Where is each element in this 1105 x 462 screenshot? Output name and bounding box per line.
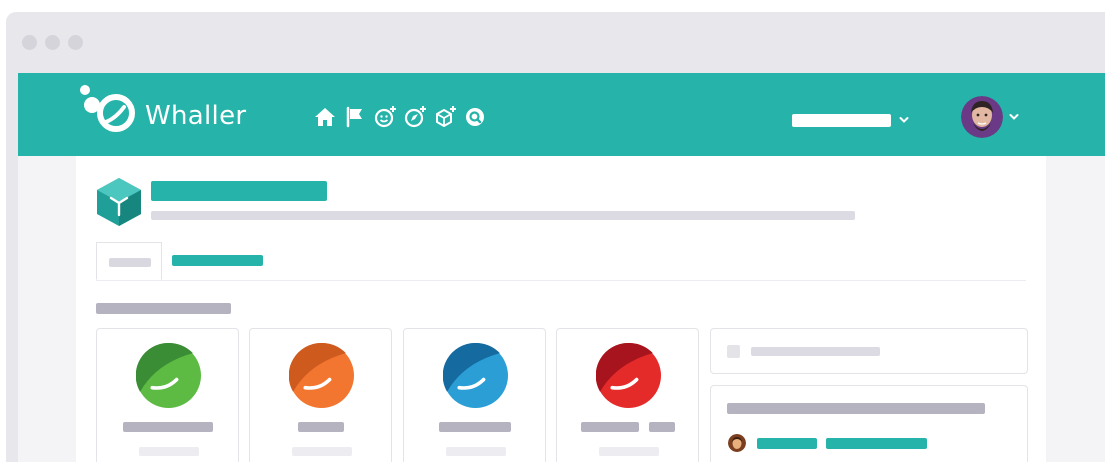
sidebar-search-box[interactable] <box>710 328 1028 374</box>
chevron-down-icon <box>1009 114 1019 120</box>
sphere-name-extra <box>648 422 675 432</box>
section-title <box>96 303 231 314</box>
sphere-card[interactable] <box>96 328 239 462</box>
space-description <box>151 211 855 220</box>
space-selector-dropdown[interactable] <box>792 111 909 129</box>
sphere-card[interactable] <box>556 328 699 462</box>
chevron-down-icon <box>899 117 909 123</box>
sphere-meta <box>139 447 199 456</box>
sidebar-search-placeholder <box>751 347 880 356</box>
window-close-dot[interactable] <box>22 35 37 50</box>
sphere-card[interactable] <box>403 328 546 462</box>
tab-second[interactable] <box>172 255 263 266</box>
window-minimize-dot[interactable] <box>45 35 60 50</box>
sphere-name <box>297 422 344 432</box>
top-navigation-bar: Whaller <box>18 73 1105 156</box>
member-link[interactable] <box>757 438 817 449</box>
sphere-name <box>438 422 511 432</box>
whaller-logo-icon[interactable] <box>76 82 136 142</box>
sphere-meta <box>292 447 352 456</box>
main-nav-icons <box>313 105 487 129</box>
activity-link[interactable] <box>826 438 927 449</box>
sphere-card[interactable] <box>249 328 392 462</box>
sidebar-activity-card <box>710 385 1028 462</box>
add-cube-icon[interactable] <box>433 105 457 129</box>
app-viewport: Whaller <box>18 73 1105 462</box>
sphere-name <box>122 422 213 432</box>
sphere-name <box>580 422 639 432</box>
sidebar-card-title <box>727 403 985 414</box>
home-icon[interactable] <box>313 105 337 129</box>
tab-bar <box>96 242 1026 281</box>
tab-first-label <box>109 258 151 267</box>
sphere-logo <box>596 343 661 408</box>
space-title <box>151 181 327 201</box>
add-compass-icon[interactable] <box>403 105 427 129</box>
user-avatar[interactable] <box>961 96 1003 138</box>
browser-window: Whaller <box>6 12 1105 462</box>
member-avatar[interactable] <box>728 434 746 452</box>
space-content-panel <box>76 156 1046 462</box>
sphere-logo <box>443 343 508 408</box>
tab-first[interactable] <box>96 242 162 280</box>
user-menu[interactable] <box>961 96 1019 138</box>
checkbox-icon[interactable] <box>727 345 740 358</box>
sphere-meta <box>446 447 506 456</box>
search-icon[interactable] <box>463 105 487 129</box>
sphere-logo <box>136 343 201 408</box>
cube-icon <box>97 178 141 226</box>
add-smiley-icon[interactable] <box>373 105 397 129</box>
window-maximize-dot[interactable] <box>68 35 83 50</box>
sphere-logo <box>289 343 354 408</box>
flag-icon[interactable] <box>343 105 367 129</box>
sphere-meta <box>599 447 659 456</box>
brand-name[interactable]: Whaller <box>145 101 246 131</box>
space-selector-value <box>792 113 891 127</box>
